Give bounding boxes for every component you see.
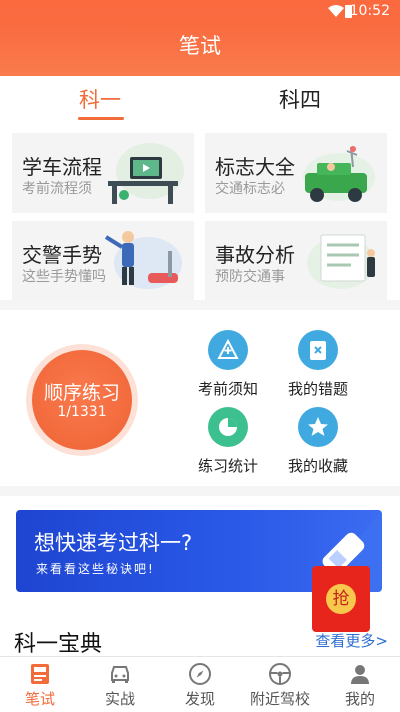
practice-progress: 1/1331 bbox=[57, 404, 107, 420]
card-title: 学车流程 bbox=[22, 155, 102, 179]
card-title: 交警手势 bbox=[22, 243, 102, 267]
practice-stats-button[interactable]: 练习统计 bbox=[188, 407, 268, 477]
exam-notice-icon bbox=[208, 330, 248, 370]
nav-practice[interactable]: 实战 bbox=[80, 657, 160, 712]
status-bar: 10:52 bbox=[0, 0, 400, 24]
sequential-practice-button[interactable]: 顺序练习 1/1331 bbox=[32, 350, 132, 450]
tab-indicator bbox=[78, 117, 124, 120]
police-illustration-icon bbox=[104, 231, 182, 289]
nav-profile[interactable]: 我的 bbox=[320, 657, 400, 712]
car-icon bbox=[111, 666, 129, 683]
red-packet-label: 抢 bbox=[326, 584, 356, 614]
desk-illustration-icon bbox=[108, 143, 184, 204]
nav-exam[interactable]: 笔试 bbox=[0, 657, 80, 712]
nav-label: 附近驾校 bbox=[249, 690, 310, 708]
banner-title: 想快速考过科一? bbox=[34, 531, 193, 555]
card-police-gestures[interactable]: 交警手势 这些手势懂吗 bbox=[12, 221, 194, 301]
page-title: 笔试 bbox=[179, 34, 221, 58]
section-title: 科一宝典 bbox=[14, 632, 103, 657]
card-subtitle: 这些手势懂吗 bbox=[22, 269, 106, 285]
pie-chart-icon bbox=[208, 407, 248, 447]
nav-label: 笔试 bbox=[24, 690, 55, 708]
see-more-link[interactable]: 查看更多> bbox=[315, 630, 388, 651]
my-favorites-button[interactable]: 我的收藏 bbox=[278, 407, 358, 477]
card-title: 标志大全 bbox=[215, 155, 295, 179]
card-title: 事故分析 bbox=[215, 243, 295, 267]
compass-icon bbox=[189, 663, 211, 685]
app-header: 笔试 bbox=[0, 24, 400, 76]
divider bbox=[0, 486, 400, 496]
nav-label: 实战 bbox=[104, 690, 135, 708]
wrong-book-icon bbox=[298, 330, 338, 370]
subject-tabs: 科一 科四 bbox=[0, 76, 400, 124]
exam-icon bbox=[31, 664, 49, 684]
divider bbox=[0, 300, 400, 310]
banner-subtitle: 来看看这些秘诀吧! bbox=[36, 562, 155, 576]
quick-label: 我的错题 bbox=[287, 380, 348, 398]
card-subtitle: 预防交通事 bbox=[215, 269, 285, 285]
star-icon bbox=[298, 407, 338, 447]
jeep-illustration-icon bbox=[303, 146, 375, 202]
nav-label: 我的 bbox=[344, 690, 375, 708]
steering-wheel-icon bbox=[269, 663, 291, 685]
quick-label: 我的收藏 bbox=[287, 457, 348, 475]
status-time: 10:52 bbox=[349, 3, 390, 19]
exam-notice-button[interactable]: 考前须知 bbox=[188, 330, 268, 400]
card-subtitle: 交通标志必 bbox=[215, 181, 285, 197]
card-traffic-signs[interactable]: 标志大全 交通标志必 bbox=[205, 133, 387, 213]
nav-discover[interactable]: 发现 bbox=[160, 657, 240, 712]
feature-grid: 学车流程 考前流程须 标志大全 交通标志必 交警手势 这些手势懂吗 事故分析 预… bbox=[0, 124, 400, 310]
red-packet-button[interactable]: 抢 bbox=[312, 566, 370, 632]
nav-label: 发现 bbox=[184, 690, 215, 708]
tab-ke-yi[interactable]: 科一 bbox=[50, 84, 150, 114]
board-illustration-icon bbox=[307, 234, 375, 289]
nav-nearby-schools[interactable]: 附近驾校 bbox=[240, 657, 320, 712]
quick-label: 练习统计 bbox=[197, 457, 258, 475]
card-learning-process[interactable]: 学车流程 考前流程须 bbox=[12, 133, 194, 213]
bottom-nav: 笔试 实战 发现 附近驾校 我的 bbox=[0, 656, 400, 712]
card-subtitle: 考前流程须 bbox=[22, 181, 92, 197]
card-accident-analysis[interactable]: 事故分析 预防交通事 bbox=[205, 221, 387, 301]
quick-label: 考前须知 bbox=[197, 380, 258, 398]
practice-label: 顺序练习 bbox=[43, 382, 120, 404]
tab-ke-si[interactable]: 科四 bbox=[250, 84, 350, 114]
wifi-icon bbox=[328, 5, 344, 17]
practice-section: 顺序练习 1/1331 考前须知 我的错题 练习统计 我的收藏 bbox=[0, 310, 400, 486]
wrong-questions-button[interactable]: 我的错题 bbox=[278, 330, 358, 400]
profile-icon bbox=[351, 665, 369, 684]
